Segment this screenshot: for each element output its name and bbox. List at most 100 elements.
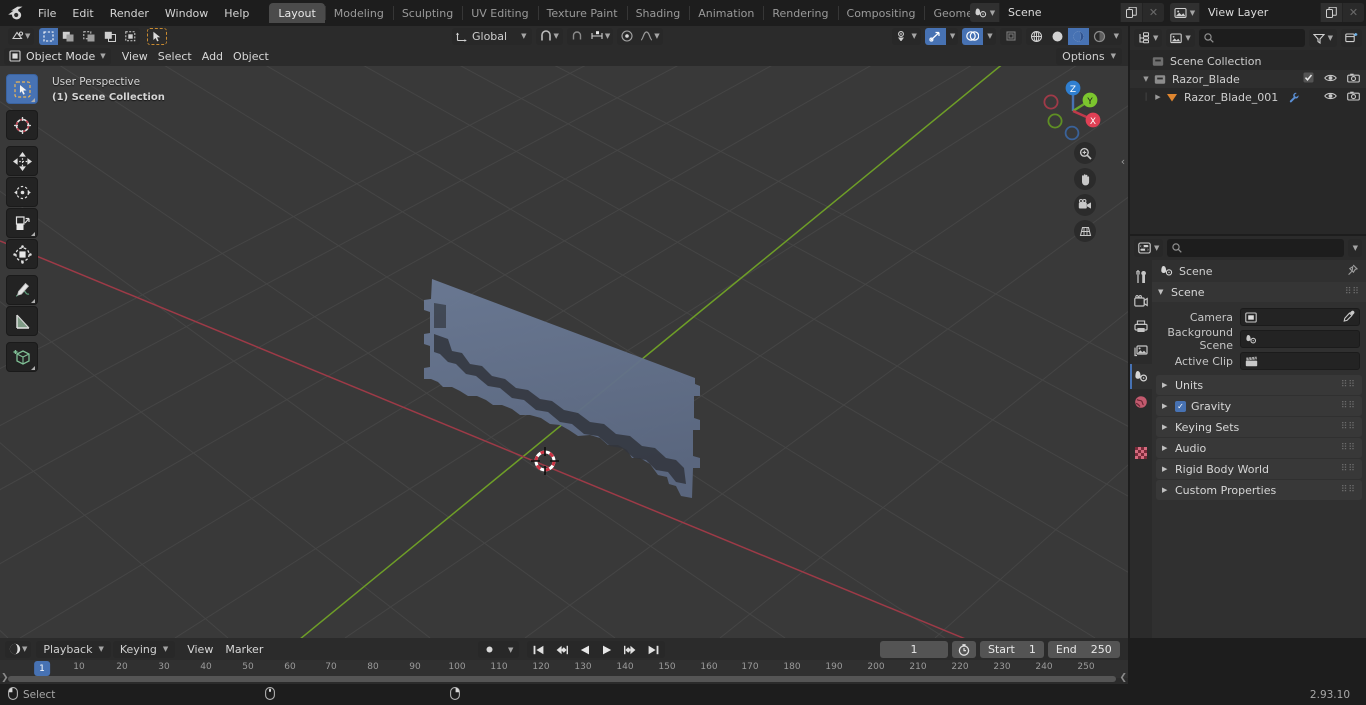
menu-file[interactable]: File <box>30 4 64 22</box>
menu-render[interactable]: Render <box>102 4 157 22</box>
modifier-wrench-icon[interactable] <box>1288 92 1299 103</box>
timeline-menu-view[interactable]: View <box>182 641 218 658</box>
jump-end-icon[interactable] <box>642 641 665 658</box>
viewport-menu-add[interactable]: Add <box>197 48 228 65</box>
view-layer-icon[interactable]: ▼ <box>1170 3 1200 22</box>
scene-icon[interactable]: ▼ <box>970 3 1000 22</box>
panel-header-scene[interactable]: ▼ Scene ⠿⠿ <box>1152 282 1366 302</box>
outliner-new-collection-icon[interactable] <box>1341 29 1362 47</box>
camera-icon[interactable] <box>1347 73 1360 86</box>
panel-header-keying-sets[interactable]: ▶ Keying Sets ⠿⠿ <box>1156 417 1362 437</box>
active-clip-field[interactable] <box>1240 352 1360 370</box>
properties-tab-scene[interactable] <box>1130 364 1152 389</box>
measure-tool[interactable] <box>6 306 38 336</box>
annotate-tool[interactable] <box>6 275 38 305</box>
workspace-tab-shading[interactable]: Shading <box>626 3 690 23</box>
outliner-search-input[interactable] <box>1198 29 1305 47</box>
overlays-toggle-group[interactable]: ▼ <box>962 27 996 45</box>
3d-viewport[interactable]: User Perspective (1) Scene Collection Z … <box>0 66 1128 638</box>
eye-icon[interactable] <box>1324 73 1337 86</box>
tweak-tool-active-icon[interactable] <box>147 27 168 45</box>
current-frame-field[interactable]: 1 <box>880 641 948 658</box>
frame-start-field[interactable]: Start 1 <box>980 641 1044 658</box>
viewport-menu-view[interactable]: View <box>117 48 153 65</box>
rotate-tool[interactable] <box>6 177 38 207</box>
play-reverse-icon[interactable] <box>574 641 596 658</box>
pan-icon[interactable] <box>1074 168 1096 190</box>
jump-start-icon[interactable] <box>527 641 550 658</box>
eye-icon[interactable] <box>1324 91 1337 104</box>
panel-header-custom-properties[interactable]: ▶ Custom Properties ⠿⠿ <box>1156 480 1362 500</box>
proportional-editing-group[interactable]: ▼ <box>617 27 663 45</box>
properties-search-input[interactable] <box>1167 239 1344 257</box>
eyedropper-icon[interactable] <box>1343 310 1355 325</box>
viewport-menu-select[interactable]: Select <box>153 48 197 65</box>
add-cube-tool[interactable] <box>6 342 38 372</box>
workspace-tab-rendering[interactable]: Rendering <box>763 3 837 23</box>
select-intersect-button[interactable] <box>121 28 140 45</box>
properties-options-button[interactable]: ▼ <box>1347 239 1362 257</box>
cursor-tool[interactable] <box>6 110 38 140</box>
outliner-filter-icon[interactable]: ▼ <box>1308 29 1337 47</box>
new-view-layer-button[interactable] <box>1320 3 1342 22</box>
timeline-menu-marker[interactable]: Marker <box>220 641 268 658</box>
navigation-gizmo[interactable]: Z Y X <box>1036 74 1110 148</box>
timeline-editor-type-icon[interactable]: ▼ <box>5 640 32 658</box>
shading-popover-button[interactable]: ▼ <box>1110 28 1122 45</box>
object-visibility-group[interactable]: ▼ <box>892 27 921 45</box>
panel-header-rigid-body-world[interactable]: ▶ Rigid Body World ⠿⠿ <box>1156 459 1362 479</box>
remove-view-layer-button[interactable]: ✕ <box>1342 3 1364 22</box>
workspace-tab-sculpting[interactable]: Sculpting <box>392 3 462 23</box>
rendered-shading-button[interactable] <box>1089 28 1110 45</box>
expand-triangle-icon[interactable]: ▼ <box>1140 75 1152 83</box>
timeline-playhead[interactable]: 1 <box>34 661 50 676</box>
snap-toggle-group[interactable]: ▼ <box>536 27 563 45</box>
auto-key-popover[interactable]: ▼ <box>501 641 519 658</box>
editor-type-icon[interactable]: ▼ <box>8 28 34 45</box>
zoom-icon[interactable] <box>1074 142 1096 164</box>
properties-editor-type-icon[interactable]: ▼ <box>1134 239 1164 257</box>
wireframe-shading-button[interactable] <box>1026 28 1047 45</box>
object-mode-selector[interactable]: Object Mode ▼ <box>4 47 111 65</box>
unlink-scene-button[interactable]: ✕ <box>1142 3 1164 22</box>
menu-window[interactable]: Window <box>157 4 216 22</box>
tweak-tool[interactable] <box>6 74 38 104</box>
outliner-row-razor-blade-001[interactable]: │ ▶ Razor_Blade_001 <box>1130 88 1366 106</box>
properties-tab-tool[interactable] <box>1130 264 1152 289</box>
workspace-tab-texture-paint[interactable]: Texture Paint <box>537 3 627 23</box>
viewport-options-button[interactable]: Options ▼ <box>1056 47 1122 65</box>
workspace-tab-animation[interactable]: Animation <box>689 3 763 23</box>
snap-settings-group[interactable]: ▼ <box>566 27 614 45</box>
workspace-tab-uv-editing[interactable]: UV Editing <box>462 3 537 23</box>
next-keyframe-icon[interactable] <box>618 641 642 658</box>
workspace-tab-modeling[interactable]: Modeling <box>324 3 393 23</box>
properties-tab-world[interactable] <box>1130 389 1152 414</box>
gravity-checkbox[interactable]: ✓ <box>1175 400 1186 412</box>
ortho-persp-icon[interactable] <box>1074 220 1096 242</box>
panel-header-audio[interactable]: ▶ Audio ⠿⠿ <box>1156 438 1362 458</box>
viewport-menu-object[interactable]: Object <box>228 48 274 65</box>
pin-icon[interactable] <box>1346 264 1359 279</box>
properties-tab-view-layer[interactable] <box>1130 339 1152 364</box>
select-subtract-button[interactable] <box>79 28 100 45</box>
outliner-row-razor-blade[interactable]: ▼ Razor_Blade <box>1130 70 1366 88</box>
panel-header-units[interactable]: ▶ Units ⠿⠿ <box>1156 375 1362 395</box>
collection-checkbox[interactable] <box>1303 72 1314 86</box>
move-tool[interactable] <box>6 146 38 176</box>
scale-tool[interactable] <box>6 208 38 238</box>
transform-tool[interactable] <box>6 239 38 269</box>
record-icon[interactable] <box>478 641 501 658</box>
view-layer-name[interactable]: View Layer <box>1200 3 1320 22</box>
background-scene-field[interactable] <box>1240 330 1360 348</box>
properties-tab-render[interactable] <box>1130 289 1152 314</box>
select-invert-button[interactable] <box>100 28 121 45</box>
properties-tab-output[interactable] <box>1130 314 1152 339</box>
viewport-sidebar-toggle[interactable]: ‹ <box>1118 148 1128 174</box>
blender-logo-icon[interactable] <box>0 0 30 26</box>
new-scene-button[interactable] <box>1120 3 1142 22</box>
outliner-row-scene-collection[interactable]: Scene Collection <box>1130 52 1366 70</box>
gizmo-toggle-group[interactable]: ▼ <box>924 27 959 45</box>
workspace-tab-layout[interactable]: Layout <box>269 3 325 23</box>
select-extend-button[interactable] <box>58 28 79 45</box>
frame-end-field[interactable]: End 250 <box>1047 641 1120 658</box>
